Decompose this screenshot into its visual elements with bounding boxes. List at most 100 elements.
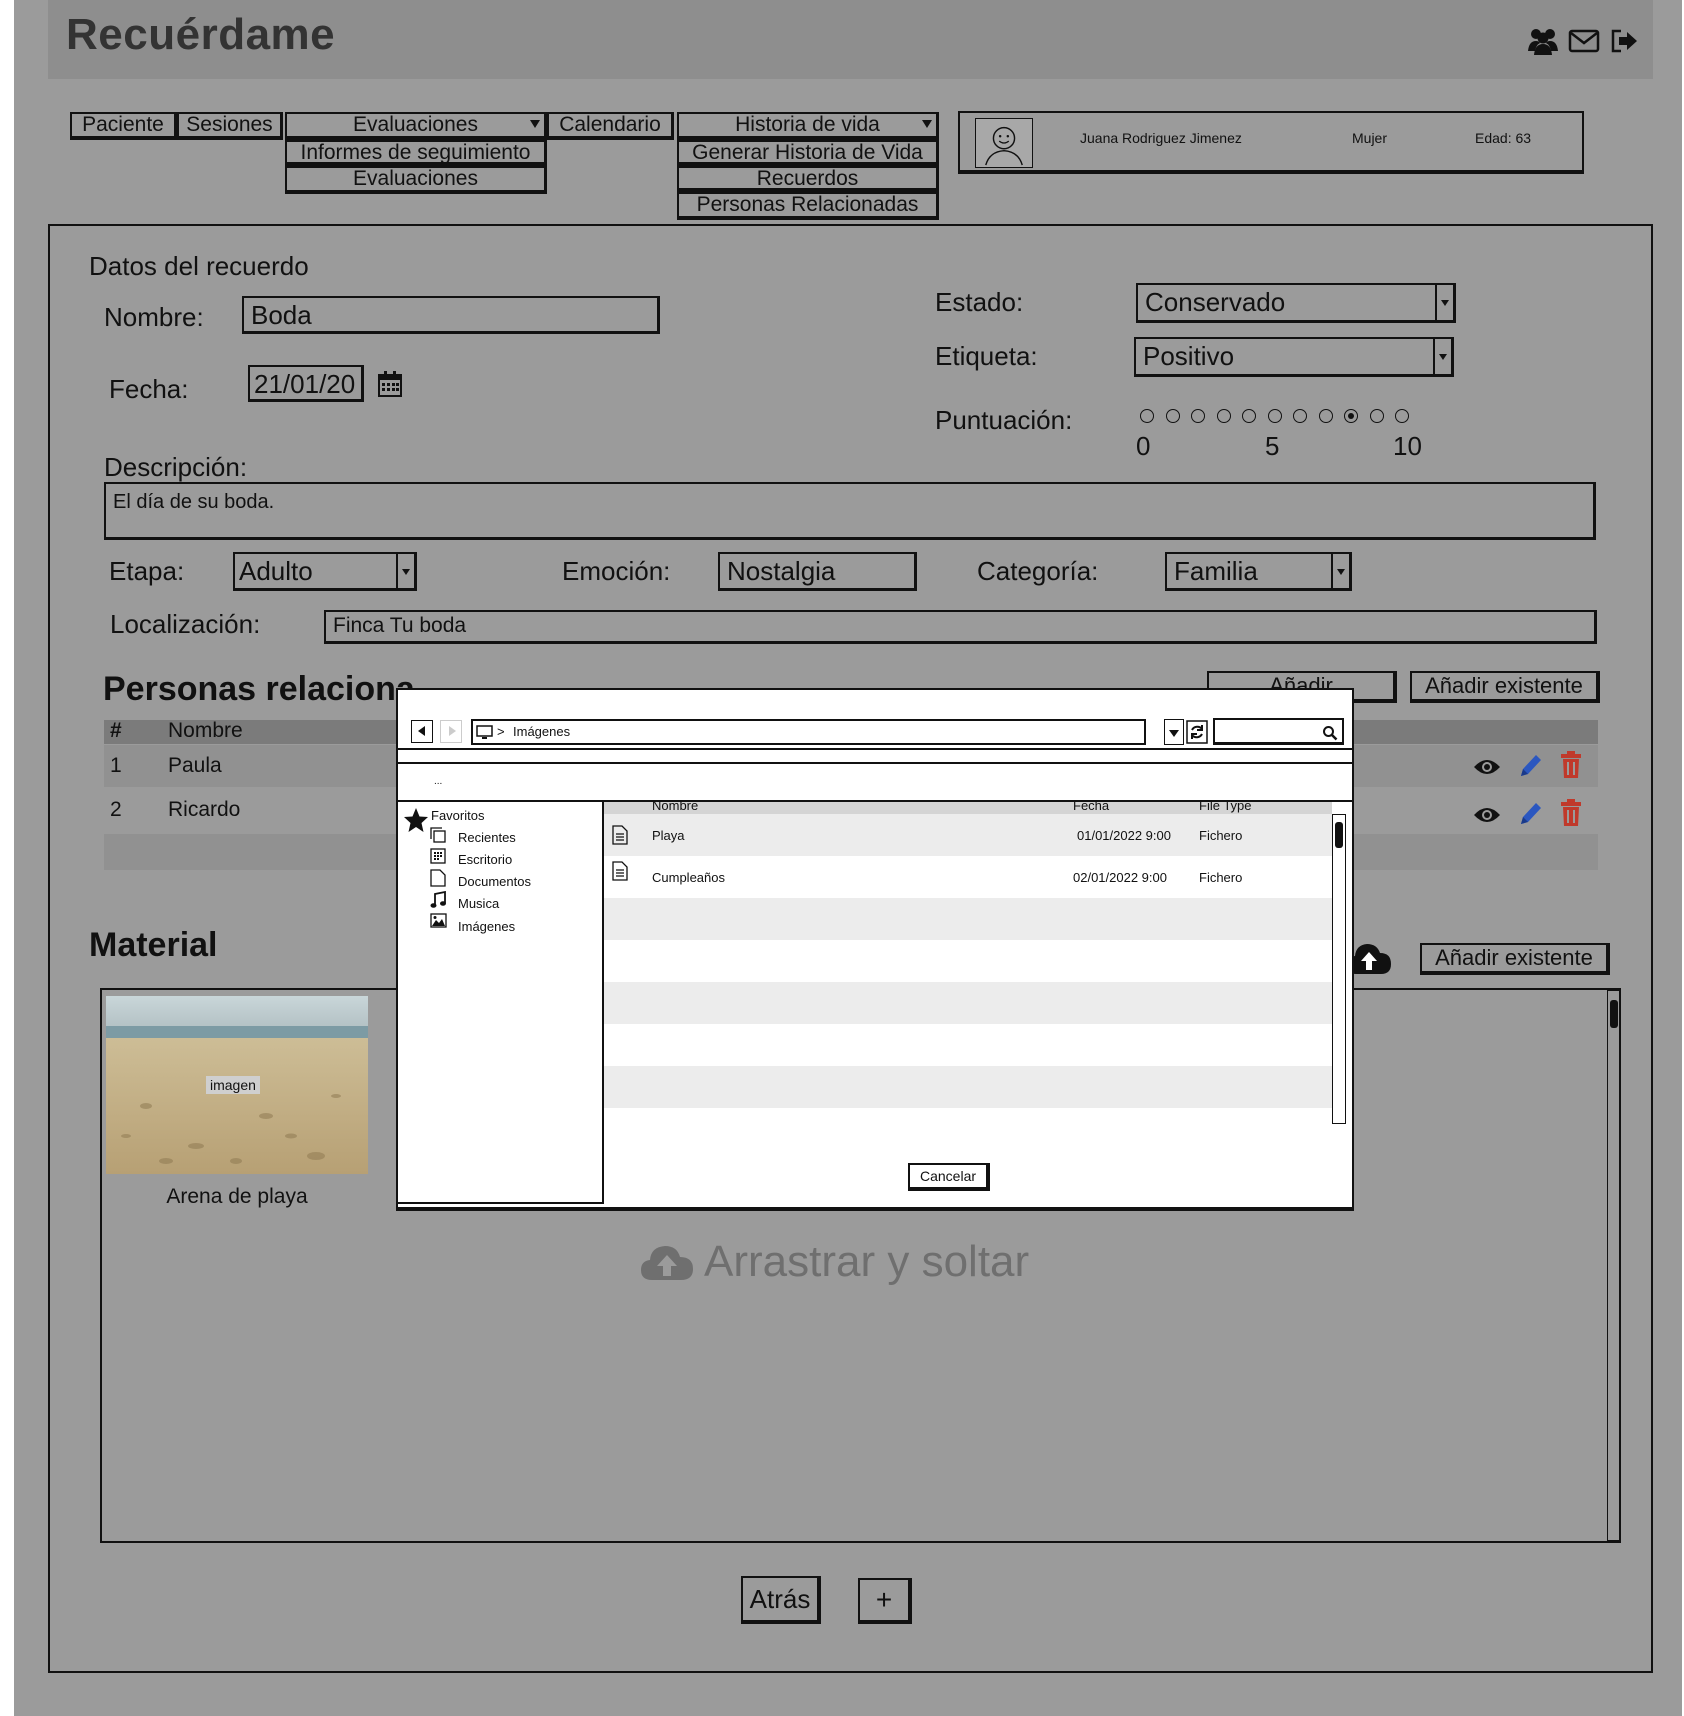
column-header-number: # [110, 719, 122, 742]
dropzone-label: Arrastrar y soltar [704, 1237, 1030, 1286]
nav-evaluaciones[interactable]: Evaluaciones [285, 112, 547, 140]
puntuacion-radio-2[interactable] [1191, 409, 1205, 423]
emocion-input[interactable]: Nostalgia [718, 552, 917, 591]
file-date: 02/01/2022 9:00 [1073, 870, 1167, 885]
menu-recuerdos[interactable]: Recuerdos [677, 166, 939, 192]
logout-icon[interactable] [1607, 24, 1641, 58]
refresh-icon[interactable] [1186, 720, 1208, 744]
row-2-number: 2 [110, 798, 122, 821]
menu-generar-historia[interactable]: Generar Historia de Vida [677, 140, 939, 166]
puntuacion-radio-7[interactable] [1318, 409, 1333, 423]
chevron-down-icon[interactable] [1433, 339, 1451, 374]
categoria-select[interactable]: Familia [1165, 552, 1352, 591]
column-header-file-type: File Type [1199, 798, 1252, 813]
chevron-down-icon [922, 120, 932, 128]
file-list-scrollbar[interactable] [1332, 814, 1346, 1124]
path-dropdown[interactable] [1164, 719, 1184, 745]
row-1-name: Paula [168, 754, 222, 777]
music-icon [430, 891, 446, 908]
descripcion-textarea[interactable]: El día de su boda. [104, 482, 1596, 540]
nav-historia-de-vida[interactable]: Historia de vida [677, 112, 939, 140]
chevron-down-icon[interactable] [1435, 285, 1453, 320]
trash-icon[interactable] [1559, 751, 1583, 779]
divider [396, 748, 1354, 750]
categoria-label: Categoría: [977, 556, 1099, 586]
search-icon[interactable] [1322, 725, 1338, 741]
path-bar[interactable] [471, 719, 1146, 745]
estado-label: Estado: [935, 287, 1024, 317]
etapa-value: Adulto [239, 556, 313, 586]
nav-paciente[interactable]: Paciente [70, 112, 177, 140]
sidebar-item-documentos[interactable]: Documentos [458, 874, 531, 889]
scrollbar-thumb[interactable] [1335, 822, 1343, 848]
calendar-icon[interactable] [377, 370, 403, 398]
cloud-upload-icon [641, 1246, 693, 1280]
column-header-nombre: Nombre [168, 719, 243, 742]
menu-personas-relacionadas[interactable]: Personas Relacionadas [677, 192, 939, 220]
scrollbar-thumb[interactable] [1610, 1000, 1618, 1028]
etiqueta-select[interactable]: Positivo [1134, 337, 1454, 377]
view-icon[interactable] [1472, 803, 1502, 827]
sidebar-item-imagenes[interactable]: Imágenes [458, 919, 515, 934]
file-date: 01/01/2022 9:00 [1077, 828, 1171, 843]
puntuacion-radio-5[interactable] [1267, 409, 1282, 423]
add-button[interactable]: + [858, 1578, 912, 1624]
edit-icon[interactable] [1517, 752, 1543, 780]
puntuacion-tick-0: 0 [1136, 431, 1151, 461]
fecha-input[interactable]: 21/01/20 [248, 365, 364, 402]
sidebar-favorites[interactable]: Favoritos [431, 808, 484, 823]
menu-informes-seguimiento[interactable]: Informes de seguimiento [285, 140, 547, 166]
material-caption: Arena de playa [166, 1185, 308, 1208]
sidebar-item-escritorio[interactable]: Escritorio [458, 852, 512, 867]
puntuacion-tick-10: 10 [1393, 431, 1422, 461]
etiqueta-label: Etiqueta: [935, 341, 1038, 371]
personas-title: Personas relaciona [103, 670, 415, 708]
puntuacion-radio-9[interactable] [1369, 409, 1384, 423]
forward-nav-button[interactable] [440, 720, 462, 743]
view-icon[interactable] [1472, 755, 1502, 779]
file-name: Playa [652, 828, 685, 843]
nav-calendario[interactable]: Calendario [547, 112, 674, 140]
edit-icon[interactable] [1517, 800, 1543, 828]
file-type: Fichero [1199, 828, 1243, 843]
nav-sesiones[interactable]: Sesiones [177, 112, 283, 140]
file-icon [612, 825, 628, 845]
etapa-label: Etapa: [109, 556, 185, 586]
avatar [975, 118, 1033, 168]
nav-evaluaciones-label: Evaluaciones [353, 113, 478, 136]
chevron-down-icon[interactable] [396, 554, 414, 588]
puntuacion-radio-3[interactable] [1216, 409, 1231, 423]
menu-evaluaciones[interactable]: Evaluaciones [285, 166, 547, 194]
nav-historia-label: Historia de vida [735, 113, 880, 136]
add-existing-persona-button[interactable]: Añadir existente [1410, 671, 1600, 703]
etiqueta-value: Positivo [1143, 341, 1235, 371]
localizacion-input[interactable]: Finca Tu boda [324, 610, 1597, 644]
cancel-button[interactable]: Cancelar [908, 1163, 990, 1191]
back-nav-button[interactable] [411, 720, 433, 743]
section-title: Datos del recuerdo [89, 251, 309, 281]
recent-icon [430, 827, 446, 843]
puntuacion-radio-6[interactable] [1293, 409, 1307, 423]
row-1-number: 1 [110, 754, 122, 777]
etapa-select[interactable]: Adulto [233, 552, 417, 591]
estado-select[interactable]: Conservado [1136, 283, 1456, 323]
sidebar-item-musica[interactable]: Musica [458, 896, 499, 911]
material-scrollbar[interactable] [1607, 990, 1621, 1541]
sidebar-item-recientes[interactable]: Recientes [458, 830, 516, 845]
puntuacion-tick-5: 5 [1265, 431, 1280, 461]
puntuacion-label: Puntuación: [935, 405, 1073, 435]
trash-icon[interactable] [1559, 799, 1583, 827]
mail-icon[interactable] [1567, 24, 1601, 58]
nombre-input[interactable]: Boda [242, 296, 660, 334]
add-existing-material-button[interactable]: Añadir existente [1420, 943, 1610, 975]
users-icon[interactable] [1526, 24, 1560, 58]
puntuacion-radio-0[interactable] [1140, 409, 1154, 423]
patient-age: Edad: 63 [1475, 130, 1532, 146]
chevron-down-icon[interactable] [1331, 554, 1349, 588]
back-button[interactable]: Atrás [741, 1576, 821, 1624]
puntuacion-radio-10[interactable] [1395, 409, 1409, 423]
file-icon [612, 861, 628, 881]
puntuacion-radio-4[interactable] [1242, 409, 1256, 423]
puntuacion-radio-1[interactable] [1165, 409, 1180, 423]
puntuacion-radio-8[interactable] [1344, 409, 1358, 423]
